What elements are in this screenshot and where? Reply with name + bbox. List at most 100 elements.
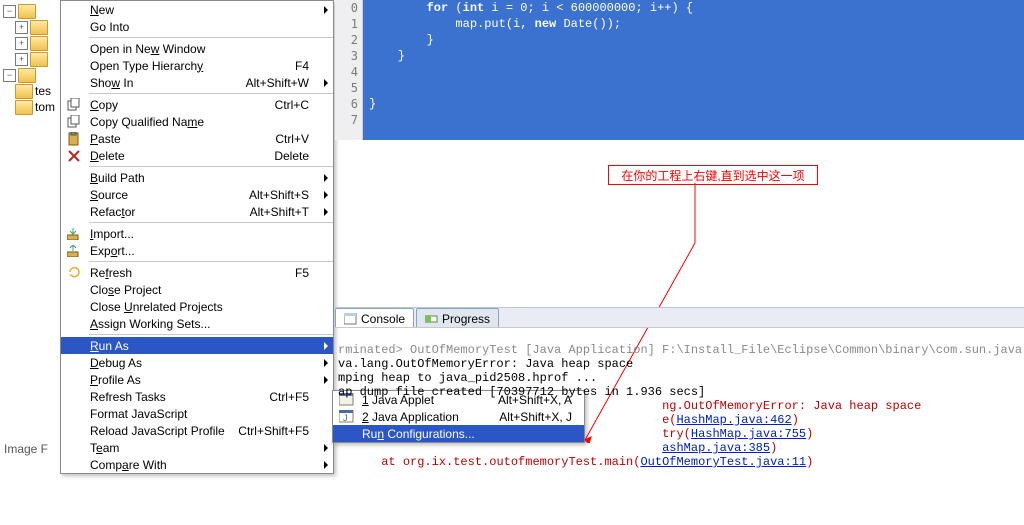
stacktrace-link[interactable]: OutOfMemoryTest.java:11: [640, 455, 806, 469]
tab-console[interactable]: Console: [335, 308, 414, 328]
menu-assign-working-sets[interactable]: Assign Working Sets...: [61, 315, 333, 332]
console-error-line: try(HashMap.java:755): [338, 427, 813, 441]
line-gutter: 01234567: [335, 0, 363, 140]
selected-code: for (int i = 0; i < 600000000; i++) { ma…: [363, 0, 1024, 140]
tab-label: Console: [361, 312, 405, 326]
menu-new[interactable]: New: [61, 1, 333, 18]
project-explorer[interactable]: − + + + − tes tom: [0, 0, 63, 203]
menu-import[interactable]: Import...: [61, 225, 333, 242]
tree-label: tom: [35, 100, 55, 114]
menu-team[interactable]: Team: [61, 439, 333, 456]
shortcut: Alt+Shift+T: [250, 205, 309, 219]
shortcut: Ctrl+C: [275, 98, 309, 112]
tree-node-selected[interactable]: −: [3, 67, 63, 83]
expand-icon[interactable]: +: [15, 21, 28, 34]
code-editor[interactable]: 01234567 for (int i = 0; i < 600000000; …: [335, 0, 1024, 140]
menu-open-new-window[interactable]: Open in New Window: [61, 40, 333, 57]
submenu-arrow-icon: [324, 444, 328, 452]
console-error-line: e(HashMap.java:462): [338, 413, 799, 427]
tree-label: tes: [35, 84, 51, 98]
tree-node[interactable]: −: [3, 3, 63, 19]
menu-source[interactable]: SourceAlt+Shift+S: [61, 186, 333, 203]
menu-copy[interactable]: CopyCtrl+C: [61, 96, 333, 113]
tree-node[interactable]: tom: [3, 99, 63, 115]
console-header: rminated> OutOfMemoryTest [Java Applicat…: [338, 343, 1024, 357]
menu-delete[interactable]: DeleteDelete: [61, 147, 333, 164]
image-label: Image F: [4, 442, 48, 456]
menu-separator: [89, 37, 333, 38]
menu-close-project[interactable]: Close Project: [61, 281, 333, 298]
shortcut: F4: [295, 59, 309, 73]
menu-profile-as[interactable]: Profile As: [61, 371, 333, 388]
paste-icon: [65, 130, 83, 147]
menu-refactor[interactable]: RefactorAlt+Shift+T: [61, 203, 333, 220]
menu-separator: [89, 334, 333, 335]
submenu-arrow-icon: [324, 79, 328, 87]
menu-format-javascript[interactable]: Format JavaScript: [61, 405, 333, 422]
menu-go-into[interactable]: Go Into: [61, 18, 333, 35]
tree-node[interactable]: tes: [3, 83, 63, 99]
progress-icon: [425, 313, 438, 325]
context-menu: New Go Into Open in New Window Open Type…: [60, 0, 334, 474]
eclipse-ide-window: − + + + − tes tom New Go Into Open in Ne…: [0, 0, 1024, 525]
menu-run-as[interactable]: Run As: [61, 337, 333, 354]
folder-icon: [30, 20, 48, 35]
shortcut: Delete: [274, 149, 309, 163]
tab-label: Progress: [442, 312, 490, 326]
console-error-line: ashMap.java:385): [338, 441, 777, 455]
shortcut: Alt+Shift+W: [246, 76, 309, 90]
menu-show-in[interactable]: Show InAlt+Shift+W: [61, 74, 333, 91]
bottom-tab-bar: Console Progress: [335, 307, 1024, 328]
menu-reload-js-profile[interactable]: Reload JavaScript ProfileCtrl+Shift+F5: [61, 422, 333, 439]
console-error-line: ng.OutOfMemoryError: Java heap space: [338, 399, 921, 413]
menu-debug-as[interactable]: Debug As: [61, 354, 333, 371]
menu-open-type-hierarchy[interactable]: Open Type HierarchyF4: [61, 57, 333, 74]
submenu-arrow-icon: [324, 6, 328, 14]
console-output[interactable]: rminated> OutOfMemoryTest [Java Applicat…: [335, 327, 1024, 525]
tab-progress[interactable]: Progress: [416, 308, 499, 328]
submenu-arrow-icon: [324, 461, 328, 469]
expand-icon[interactable]: +: [15, 53, 28, 66]
folder-icon: [15, 84, 33, 99]
stacktrace-link[interactable]: HashMap.java:755: [691, 427, 806, 441]
refresh-icon: [65, 264, 83, 281]
collapse-icon[interactable]: −: [3, 69, 16, 82]
menu-refresh-tasks[interactable]: Refresh TasksCtrl+F5: [61, 388, 333, 405]
menu-close-unrelated[interactable]: Close Unrelated Projects: [61, 298, 333, 315]
export-icon: [65, 242, 83, 259]
import-icon: [65, 225, 83, 242]
menu-copy-qualified-name[interactable]: Copy Qualified Name: [61, 113, 333, 130]
console-line: mping heap to java_pid2508.hprof ...: [338, 371, 597, 385]
menu-paste[interactable]: PasteCtrl+V: [61, 130, 333, 147]
shortcut: F5: [295, 266, 309, 280]
console-error-line: at org.ix.test.outofmemoryTest.main(OutO…: [338, 455, 813, 469]
menu-refresh[interactable]: RefreshF5: [61, 264, 333, 281]
menu-separator: [89, 261, 333, 262]
folder-icon: [30, 52, 48, 67]
collapse-icon[interactable]: −: [3, 5, 16, 18]
submenu-arrow-icon: [324, 376, 328, 384]
menu-export[interactable]: Export...: [61, 242, 333, 259]
submenu-arrow-icon: [324, 342, 328, 350]
menu-separator: [89, 93, 333, 94]
console-line: ap dump file created [70397712 bytes in …: [338, 385, 705, 399]
annotation-box: 在你的工程上右键,直到选中这一项: [608, 165, 818, 185]
menu-separator: [89, 222, 333, 223]
tree-node[interactable]: +: [3, 35, 63, 51]
delete-icon: [65, 147, 83, 164]
expand-icon[interactable]: +: [15, 37, 28, 50]
submenu-arrow-icon: [324, 208, 328, 216]
copy-icon: [65, 96, 83, 113]
submenu-arrow-icon: [324, 174, 328, 182]
stacktrace-link[interactable]: ashMap.java:385: [662, 441, 770, 455]
menu-separator: [89, 166, 333, 167]
shortcut: Ctrl+V: [275, 132, 309, 146]
menu-build-path[interactable]: Build Path: [61, 169, 333, 186]
menu-compare-with[interactable]: Compare With: [61, 456, 333, 473]
stacktrace-link[interactable]: HashMap.java:462: [676, 413, 791, 427]
tree-node[interactable]: +: [3, 19, 63, 35]
copy-icon: [65, 113, 83, 130]
annotation-text: 在你的工程上右键,直到选中这一项: [621, 167, 804, 184]
tree-node[interactable]: +: [3, 51, 63, 67]
shortcut: Ctrl+F5: [269, 390, 309, 404]
